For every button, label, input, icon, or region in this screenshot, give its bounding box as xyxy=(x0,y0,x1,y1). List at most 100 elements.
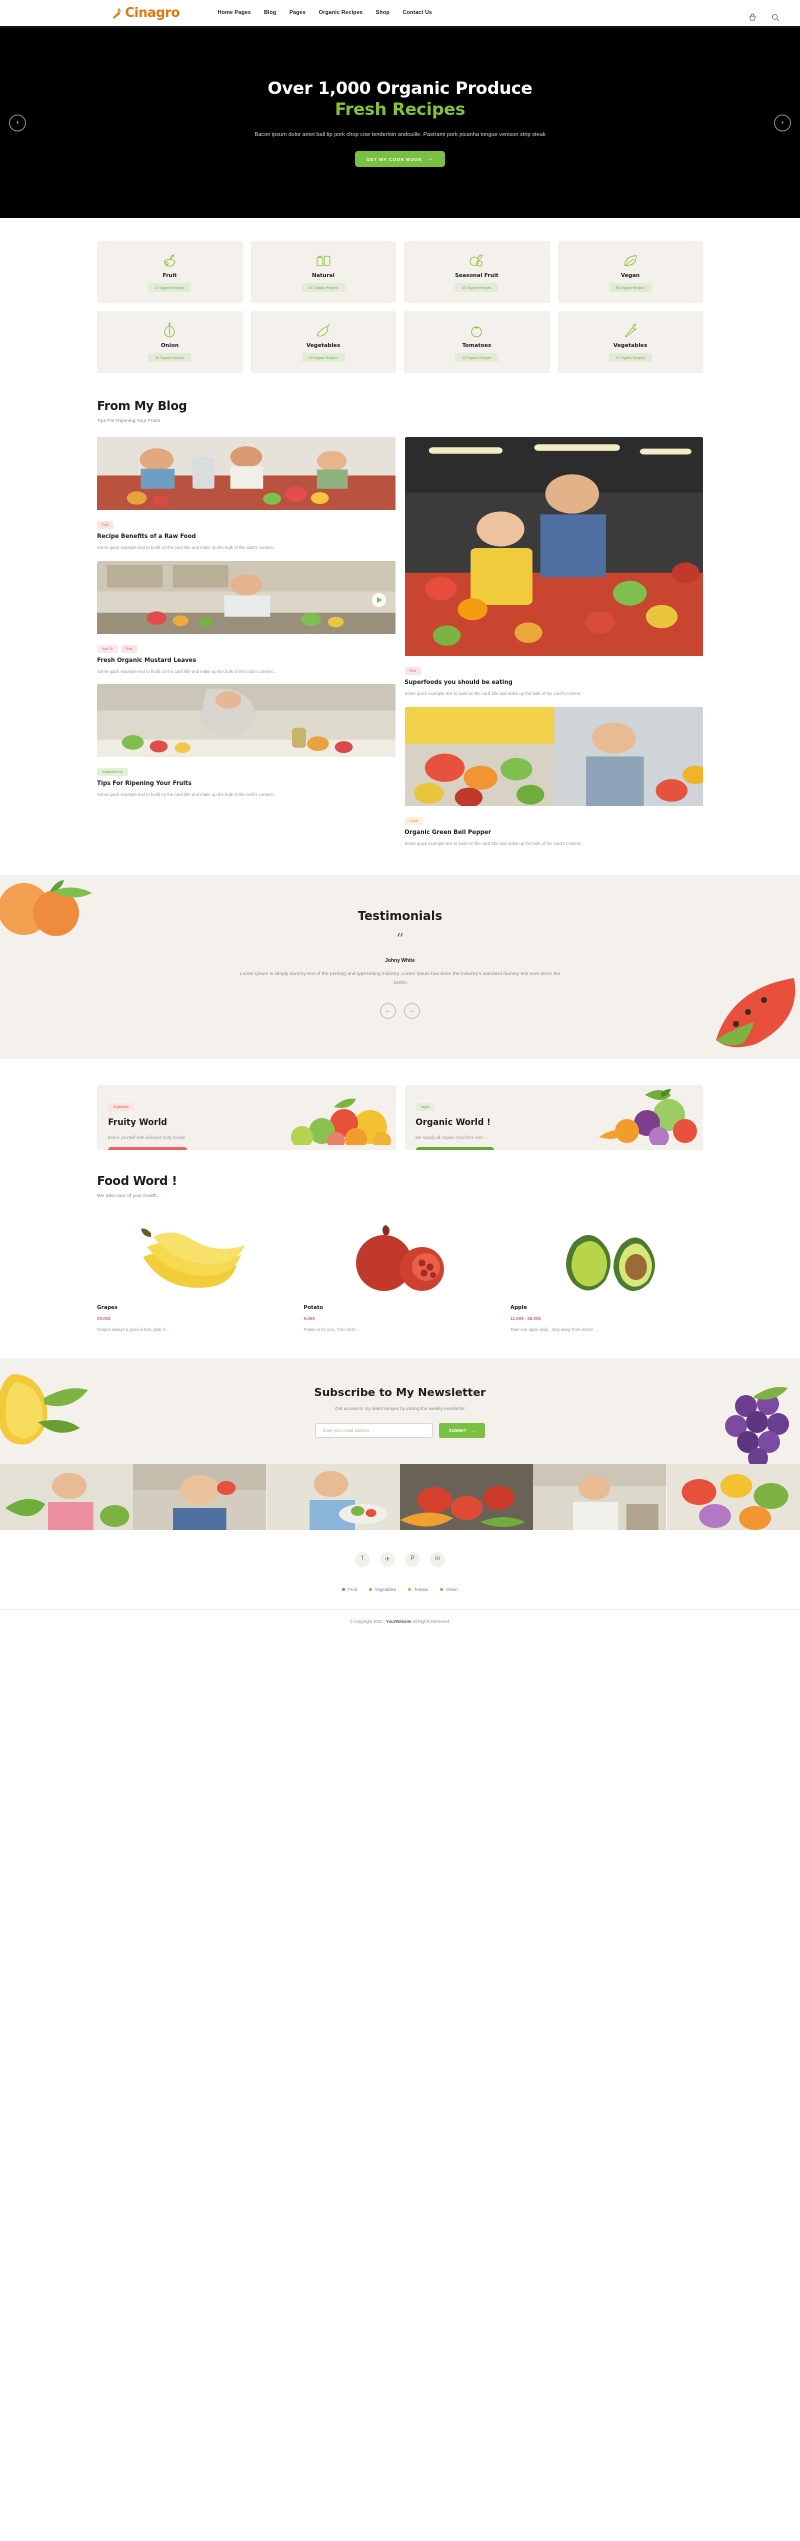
testimonials-title: Testimonials xyxy=(357,909,443,924)
category-card[interactable]: Seasonal Fruit 35 Organic Recipes xyxy=(404,241,550,303)
nav-item-contact-us[interactable]: Contact Us xyxy=(403,10,432,16)
basket-icon[interactable] xyxy=(748,9,757,21)
gallery-item-woman-with-greens[interactable] xyxy=(0,1463,134,1530)
post-tag[interactable]: Fruit xyxy=(404,667,421,675)
footer-tag-vegetables[interactable]: Vegetables xyxy=(368,1586,397,1592)
newsletter-email-input[interactable] xyxy=(314,1422,433,1438)
linkedin-icon[interactable]: in xyxy=(430,1551,445,1567)
footer-tag-label: Vegetables xyxy=(374,1586,397,1592)
food-description: Potato is for you , from farm ... xyxy=(303,1326,360,1332)
copyright-pre: © Copyright 2020 ; xyxy=(349,1618,385,1624)
category-card[interactable]: Vegan 88 Organic Recipes xyxy=(557,241,703,303)
promo-cta-button[interactable]: VIEW ORGANIC RECIPES → xyxy=(415,1146,495,1150)
testimonial-prev-button[interactable]: ← xyxy=(380,1002,396,1019)
seasonal-fruit-icon xyxy=(468,252,485,269)
fruit-pile-image xyxy=(282,1093,394,1150)
post-title: Fresh Organic Mustard Leaves xyxy=(97,657,197,664)
post-tag[interactable]: How To xyxy=(97,644,118,653)
post-tags: Fruit xyxy=(404,667,704,675)
post-tag[interactable]: Fruit xyxy=(97,521,114,529)
footer-tags: Fruit Vegetables Tomato Onion xyxy=(0,1587,800,1592)
copyright-brand: YourWebsite xyxy=(386,1618,412,1624)
testimonials-section: Testimonials “ Johny White Lorem Ipsum i… xyxy=(0,875,800,1059)
header-actions xyxy=(748,9,780,21)
video-play-button[interactable] xyxy=(371,592,386,607)
gallery-item-woman-salad-bowl[interactable] xyxy=(266,1463,400,1530)
blog-post[interactable]: Seasonal Fruit Tips For Ripening Your Fr… xyxy=(97,684,396,799)
post-excerpt: Some quick example text to build on the … xyxy=(404,691,584,696)
category-badge: 88 Organic Recipes xyxy=(608,283,652,292)
hero-prev-button[interactable]: ‹ xyxy=(9,114,26,132)
twitter-icon[interactable]: ✈ xyxy=(380,1551,395,1567)
gallery-item-fruit-assortment[interactable] xyxy=(666,1463,800,1530)
blog-post[interactable]: Fruit Superfoods you should be eating So… xyxy=(404,437,704,698)
newsletter-section: Subscribe to My Newsletter Get access to… xyxy=(0,1357,800,1464)
food-product-card[interactable]: Apple 11.00$ - 46.00$ Take one apple dai… xyxy=(510,1221,703,1332)
promo-cta-button[interactable]: VIEW ORGANIC RECIPES → xyxy=(108,1146,187,1150)
category-badge: 17 Organic Recipes xyxy=(608,353,652,362)
food-name: Apple xyxy=(510,1304,528,1311)
category-card[interactable]: Vegetables 17 Organic Recipes xyxy=(557,311,703,373)
food-name: Potato xyxy=(303,1304,324,1311)
blog-post[interactable]: Lunch Organic Green Bell Pepper Some qui… xyxy=(404,706,704,848)
testimonial-next-button[interactable]: → xyxy=(404,1002,420,1019)
food-section: Food Word ! We take care of your health.… xyxy=(0,1150,800,1332)
footer-tag-fruit[interactable]: Fruit xyxy=(342,1587,357,1592)
promo-badge: Vegan xyxy=(415,1102,435,1111)
category-card[interactable]: Vegetables 40 Organic Recipes xyxy=(250,311,396,373)
logo[interactable]: Cinagro xyxy=(110,6,180,21)
gallery-item-tomatoes-vegetables[interactable] xyxy=(399,1463,534,1530)
nav-item-home-pages[interactable]: Home Pages xyxy=(218,10,251,16)
post-tags: Lunch xyxy=(404,816,704,825)
hero-next-button[interactable]: › xyxy=(774,114,791,132)
food-product-card[interactable]: Potato 9.00$ Potato is for you , from fa… xyxy=(304,1221,497,1332)
fruit-basket-icon xyxy=(161,252,178,269)
logo-text: Cinagro xyxy=(125,5,180,21)
category-card[interactable]: Tomatoes 12 Organic Recipes xyxy=(404,311,550,373)
promo-card-organic-world[interactable]: Vegan Organic World ! We supply all orga… xyxy=(404,1084,703,1150)
nav-item-organic-recipes[interactable]: Organic Recipes xyxy=(319,10,363,16)
hero-banner: ‹ › Over 1,000 Organic Produce Fresh Rec… xyxy=(0,28,800,218)
post-excerpt: Some quick example text to build on the … xyxy=(97,668,277,674)
post-tag[interactable]: Lunch xyxy=(404,816,424,825)
main-nav: Home Pages Blog Pages Organic Recipes Sh… xyxy=(218,10,433,16)
blog-post[interactable]: Fruit Recipe Benefits of a Raw Food Some… xyxy=(97,437,396,552)
newsletter-submit-button[interactable]: SUBMIT → xyxy=(438,1422,486,1438)
nav-item-shop[interactable]: Shop xyxy=(376,10,390,16)
footer-tag-onion[interactable]: Onion xyxy=(440,1586,458,1592)
post-excerpt: Some quick example text to build on the … xyxy=(97,545,277,550)
facebook-icon[interactable]: f xyxy=(355,1551,370,1567)
post-image-kids-smoothie-kitchen xyxy=(97,437,396,515)
food-subtitle: We take care of your health... xyxy=(97,1193,161,1199)
post-tag[interactable]: Fruit xyxy=(120,644,137,653)
footer-tag-tomato[interactable]: Tomato xyxy=(408,1587,428,1592)
categories-section: Fruit 17 Organic Recipes Natural 87 Orga… xyxy=(0,218,800,373)
post-image-woman-chopping-vegetables-video xyxy=(97,560,396,639)
testimonial-text: Lorem Ipsum is simply dummy text of the … xyxy=(239,972,561,987)
nav-item-pages[interactable]: Pages xyxy=(289,10,305,16)
category-card[interactable]: Fruit 17 Organic Recipes xyxy=(97,241,243,303)
arrow-right-icon: → xyxy=(427,156,434,163)
category-card[interactable]: Natural 87 Organic Recipes xyxy=(250,241,396,303)
gallery-item-woman-kitchen-cooking[interactable] xyxy=(533,1463,667,1530)
footer-tag-label: Tomato xyxy=(414,1586,429,1592)
food-product-card[interactable]: Grapes 20.00$ Grapes always a good in te… xyxy=(97,1221,290,1332)
post-tag[interactable]: Seasonal Fruit xyxy=(97,768,128,777)
post-title: Organic Green Bell Pepper xyxy=(404,829,492,836)
category-badge: 45 Organic Recipes xyxy=(148,353,192,362)
pinterest-icon[interactable]: P xyxy=(405,1551,420,1567)
gallery-item-man-eating-apple[interactable] xyxy=(133,1463,267,1530)
footer-tag-label: Onion xyxy=(446,1586,458,1592)
blog-title: From My Blog xyxy=(97,399,187,413)
newsletter-form: SUBMIT → xyxy=(0,1422,800,1438)
nav-item-blog[interactable]: Blog xyxy=(264,10,276,16)
category-card[interactable]: Onion 45 Organic Recipes xyxy=(97,311,243,373)
hero-cta-button[interactable]: GET MY COOK BOOK → xyxy=(355,151,445,168)
search-icon[interactable] xyxy=(771,9,780,21)
blog-post[interactable]: How To Fruit Fresh Organic Mustard Leave… xyxy=(97,560,396,676)
dot-icon xyxy=(342,1587,346,1591)
promo-card-fruity-world[interactable]: Vegetables Fruity World Entice yourself … xyxy=(97,1084,396,1150)
tomato-icon xyxy=(468,322,485,339)
category-name: Tomatoes xyxy=(462,343,492,349)
newsletter-subtitle: Get access to my latest recipes by joini… xyxy=(335,1405,465,1411)
